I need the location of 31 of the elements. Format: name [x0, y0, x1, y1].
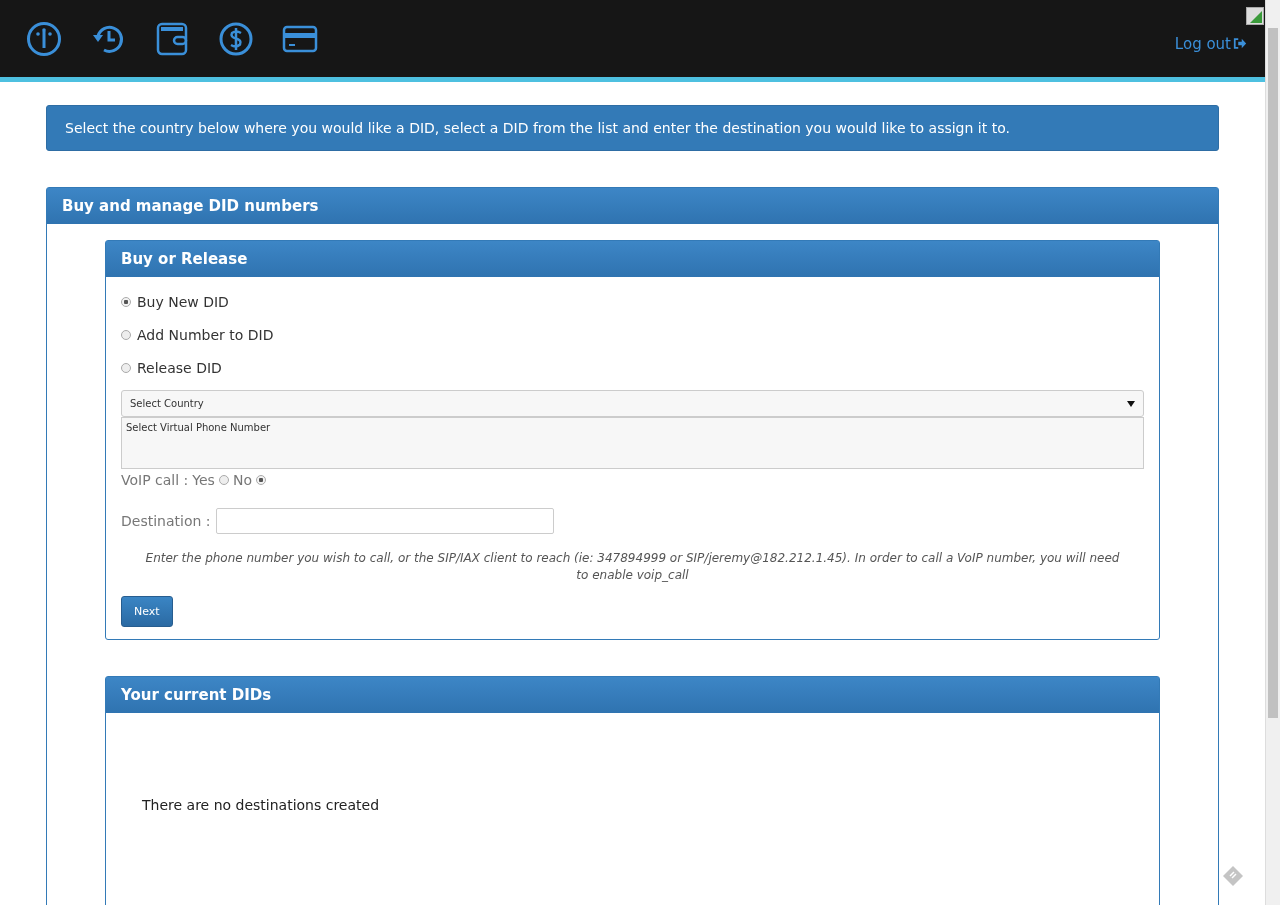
country-select[interactable]: Select Country — [121, 390, 1144, 417]
scrollbar[interactable] — [1265, 0, 1280, 905]
voip-option-label: No — [232, 472, 252, 488]
option-label: Release DID — [137, 359, 222, 376]
radio-button[interactable] — [255, 475, 266, 485]
panel-title: Your current DIDs — [106, 677, 1159, 713]
gauge-icon[interactable] — [26, 20, 62, 57]
number-list[interactable]: Select Virtual Phone Number — [121, 417, 1144, 469]
voip-option-label: Yes — [192, 472, 215, 488]
hint-text: Enter the phone number you wish to call, or the SIP/IAX client to reach (ie: 347894999 or SIP/jeremy@182.212.1.45). In order to call a VoIP number, you will need to enable voip_call — [144, 550, 1121, 584]
destination-field[interactable] — [215, 508, 554, 534]
broken-image-icon — [1246, 7, 1264, 25]
caret-icon — [1127, 400, 1135, 407]
option-label: Buy New DID — [137, 293, 229, 310]
empty-message: There are no destinations created — [142, 797, 380, 813]
logout-link[interactable]: Log out — [1174, 34, 1247, 53]
wallet-icon[interactable] — [154, 20, 190, 57]
destination-label: Destination : — [121, 513, 211, 529]
radio-button[interactable] — [121, 329, 131, 340]
next-button[interactable]: Next — [121, 596, 173, 627]
panel-title: Buy or Release — [106, 241, 1159, 277]
radio-button[interactable] — [218, 475, 229, 485]
voip-label: VoIP call : — [121, 472, 189, 488]
credit-card-icon[interactable] — [282, 23, 318, 54]
logout-icon — [1233, 37, 1247, 50]
info-banner: Select the country below where you would like a DID, select a DID from the list and enter the destination you would like to assign it to. — [46, 105, 1219, 151]
radio-button[interactable] — [121, 296, 131, 307]
radio-button[interactable] — [121, 362, 131, 373]
dollar-icon[interactable] — [218, 20, 254, 57]
panel-title: Buy and manage DID numbers — [47, 188, 1218, 224]
option-label: Add Number to DID — [137, 326, 274, 343]
